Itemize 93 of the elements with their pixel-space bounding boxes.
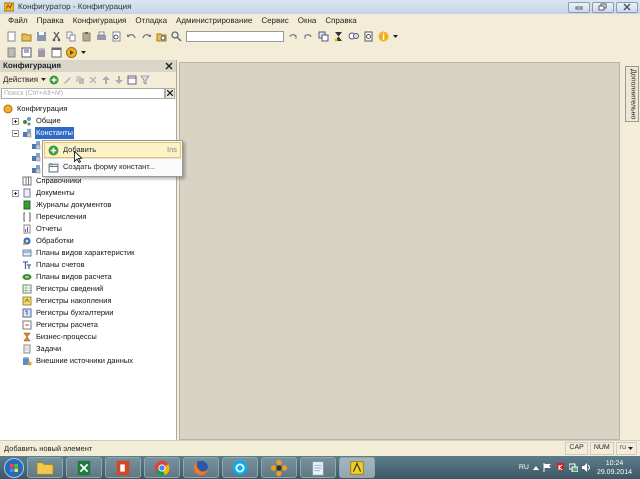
- taskbar-button[interactable]: [183, 457, 219, 478]
- window-icon[interactable]: [51, 46, 62, 58]
- preview-icon[interactable]: [111, 30, 122, 42]
- find-folder-icon[interactable]: [156, 30, 167, 42]
- report-icon: [22, 224, 32, 234]
- taskbar-button[interactable]: [105, 457, 141, 478]
- windows-icon[interactable]: [318, 30, 329, 42]
- cut-icon[interactable]: [51, 30, 62, 42]
- browser-circle-icon: [153, 458, 171, 476]
- globe-fox-icon: [192, 458, 210, 476]
- flower-icon: [270, 458, 288, 476]
- restore-icon: [597, 2, 609, 12]
- search-combo-field[interactable]: [186, 30, 284, 42]
- taskbar-button[interactable]: [144, 457, 180, 478]
- new-page-icon[interactable]: [6, 30, 17, 42]
- document-gear-icon[interactable]: [363, 30, 374, 42]
- sheet-icon: [22, 320, 32, 330]
- plus-icon[interactable]: [49, 74, 60, 84]
- dropdown-arrow-icon[interactable]: [41, 78, 46, 81]
- taskbar-button[interactable]: [66, 457, 102, 478]
- app-logo-icon: [4, 2, 14, 12]
- letter-t-icon: [22, 260, 32, 270]
- taskbar-button[interactable]: [261, 457, 297, 478]
- taskbar-button[interactable]: [300, 457, 336, 478]
- brackets-icon: [22, 212, 32, 222]
- hourglass-icon: [22, 332, 32, 342]
- expand-icon[interactable]: [12, 190, 19, 196]
- note-icon: [22, 344, 32, 354]
- filter-icon[interactable]: [140, 74, 150, 84]
- search-icon[interactable]: [171, 30, 182, 42]
- taskbar-button[interactable]: [339, 457, 375, 478]
- window-title: Конфигуратор - Конфигурация: [18, 1, 132, 13]
- menu-item[interactable]: Отладка: [135, 15, 168, 27]
- copy-icon[interactable]: [66, 30, 77, 42]
- menu-item[interactable]: Сервис: [261, 15, 289, 27]
- menu-item[interactable]: Окна: [298, 15, 316, 27]
- close-icon[interactable]: [165, 62, 173, 70]
- menu-item[interactable]: Правка: [36, 15, 64, 27]
- expand-icon[interactable]: [12, 118, 19, 124]
- list-icon[interactable]: [6, 46, 17, 58]
- menu-item[interactable]: Файл: [8, 15, 28, 27]
- minimize-button[interactable]: [568, 2, 590, 12]
- save-icon[interactable]: [36, 30, 47, 42]
- app-logo-icon: [348, 458, 366, 476]
- taskbar-button[interactable]: [27, 457, 63, 478]
- plus-icon: [48, 144, 59, 156]
- sheet-chart-icon: [22, 296, 32, 306]
- coin-icon: [22, 272, 32, 282]
- grid-icon: [22, 284, 32, 294]
- open-folder-icon[interactable]: [21, 30, 32, 42]
- taskbar-button[interactable]: [222, 457, 258, 478]
- menu-item[interactable]: Конфигурация: [72, 15, 126, 27]
- start-button[interactable]: [4, 458, 24, 478]
- speaker-icon[interactable]: [582, 463, 591, 472]
- dropdown-arrow-icon[interactable]: [81, 50, 86, 54]
- blocks-icon: [31, 164, 41, 174]
- panel-title: Конфигурация: [3, 60, 62, 72]
- window-icon[interactable]: [127, 74, 138, 84]
- shield-k-icon[interactable]: [556, 463, 565, 472]
- spreadsheet-icon: [75, 458, 93, 476]
- page-icon: [22, 188, 32, 198]
- close-button[interactable]: [616, 2, 638, 12]
- play-circle-icon[interactable]: [66, 46, 77, 58]
- blocks-icon: [22, 128, 32, 138]
- dropdown-arrow-icon[interactable]: [628, 447, 633, 450]
- print-icon[interactable]: [96, 30, 107, 42]
- network-icon[interactable]: [568, 463, 578, 472]
- columns-icon: [22, 176, 32, 186]
- close-icon: [621, 2, 633, 12]
- notepad-icon: [309, 458, 327, 476]
- table-icon: [22, 248, 32, 258]
- tree-window-icon[interactable]: [21, 46, 32, 58]
- dropdown-arrow-icon[interactable]: [393, 34, 398, 38]
- form-icon: [48, 162, 59, 172]
- gear-icon: [22, 236, 32, 246]
- presentation-icon: [114, 458, 132, 476]
- actions-menu[interactable]: Действия: [3, 74, 38, 86]
- clear-search-button[interactable]: [165, 88, 175, 98]
- hourglass-icon[interactable]: [333, 30, 344, 42]
- restore-button[interactable]: [592, 2, 614, 12]
- paste-icon[interactable]: [81, 30, 92, 42]
- flag-icon[interactable]: [542, 463, 552, 472]
- collapse-icon[interactable]: [12, 130, 19, 136]
- ledger-icon: [22, 308, 32, 318]
- chevron-up-icon[interactable]: [532, 466, 539, 470]
- blocks-icon: [31, 140, 41, 150]
- menu-item[interactable]: Администрирование: [176, 15, 252, 27]
- book-icon: [22, 200, 32, 210]
- menu-item[interactable]: Справка: [325, 15, 357, 27]
- blocks-icon: [31, 152, 41, 162]
- circle-icon: [3, 104, 13, 114]
- dots-icon: [22, 116, 32, 126]
- database-icon: [22, 356, 32, 366]
